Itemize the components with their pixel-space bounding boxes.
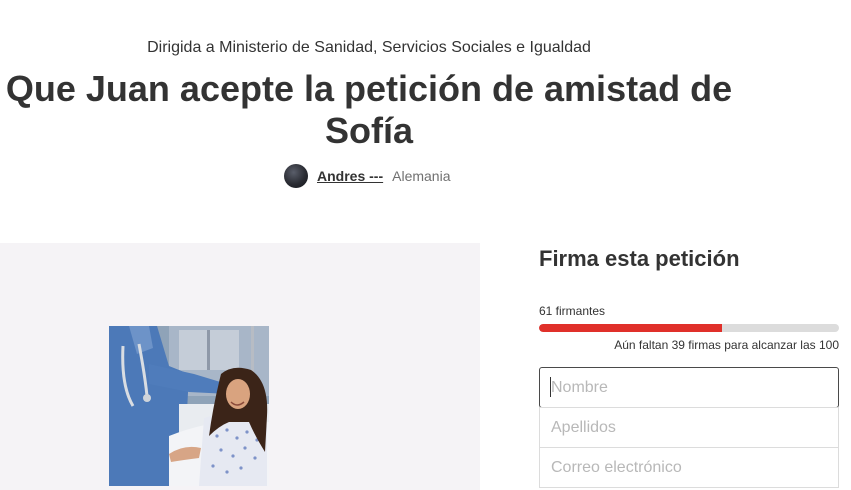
petition-photo <box>109 326 269 486</box>
petition-author: Andres --- Alemania <box>284 164 451 188</box>
sign-petition-heading: Firma esta petición <box>539 246 740 271</box>
petition-page: Dirigida a Ministerio de Sanidad, Servic… <box>0 0 851 490</box>
signers-count: 61 firmantes <box>539 304 606 318</box>
petition-addressee: Dirigida a Ministerio de Sanidad, Servic… <box>147 39 591 56</box>
first-name-field[interactable] <box>539 367 839 408</box>
petition-title-line-2: Sofía <box>324 110 413 151</box>
text-cursor <box>550 377 551 397</box>
avatar[interactable] <box>284 164 308 188</box>
email-field[interactable] <box>539 447 839 488</box>
signatures-progress-fill <box>539 324 722 332</box>
last-name-field[interactable] <box>539 407 839 448</box>
petition-title-line-1: Que Juan acepte la petición de amistad d… <box>5 68 733 109</box>
author-location: Alemania <box>392 168 451 184</box>
petition-title: Que Juan acepte la petición de amistad d… <box>0 68 738 152</box>
author-name-link[interactable]: Andres --- <box>317 168 383 184</box>
hospital-photo-image <box>109 326 269 486</box>
petition-media-panel <box>0 243 480 490</box>
signatures-progress-bar <box>539 324 839 332</box>
signatures-remaining: Aún faltan 39 firmas para alcanzar las 1… <box>614 338 839 352</box>
